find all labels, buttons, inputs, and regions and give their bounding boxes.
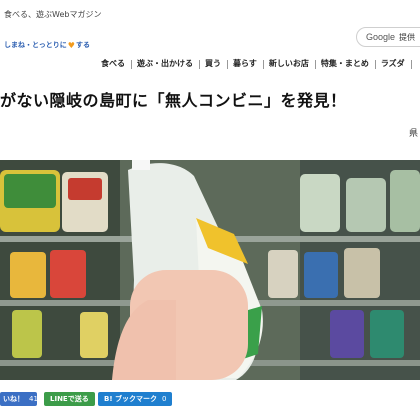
nav-item-features[interactable]: 特集・まとめ bbox=[316, 58, 376, 72]
logo-text: しまね・とっとりに bbox=[4, 41, 67, 49]
article-photo bbox=[0, 160, 420, 380]
search-provider-suffix: 提供 bbox=[399, 33, 416, 42]
main-nav: 食べる 遊ぶ・出かける 買う 暮らす 新しいお店 特集・まとめ ラズダ bbox=[96, 58, 420, 72]
search-input[interactable]: Google 提供 bbox=[356, 27, 420, 47]
google-label: Google bbox=[366, 32, 396, 42]
vending-machine-photo bbox=[0, 160, 420, 380]
hatena-bookmark-button[interactable]: B! ブックマーク 0 bbox=[98, 392, 173, 406]
article-title: がない隠岐の島町に「無人コンビニ」を発見！ bbox=[0, 91, 347, 110]
logo-suffix: する bbox=[75, 41, 90, 49]
site-logo[interactable]: しまね・とっとりに ♥ する bbox=[4, 40, 90, 50]
nav-item-razuda[interactable]: ラズダ bbox=[376, 58, 412, 72]
site-tagline: 食べる、遊ぶWebマガジン bbox=[4, 10, 102, 19]
hatena-count: 0 bbox=[161, 395, 167, 403]
line-share-label: LINEで送る bbox=[50, 395, 89, 403]
nav-item-eat[interactable]: 食べる bbox=[96, 58, 132, 72]
like-label: いね！ bbox=[3, 395, 24, 403]
nav-item-live[interactable]: 暮らす bbox=[228, 58, 264, 72]
heart-icon: ♥ bbox=[67, 40, 75, 50]
line-share-button[interactable]: LINEで送る bbox=[44, 392, 95, 406]
facebook-like-button[interactable]: いね！ 41 bbox=[0, 392, 38, 406]
nav-item-new-shops[interactable]: 新しいお店 bbox=[264, 58, 316, 72]
nav-item-buy[interactable]: 買う bbox=[200, 58, 228, 72]
nav-item-play[interactable]: 遊ぶ・出かける bbox=[132, 58, 200, 72]
hatena-label: B! ブックマーク bbox=[104, 395, 157, 403]
article-side-char: 県 bbox=[408, 129, 418, 139]
like-count: 41 bbox=[29, 395, 38, 403]
